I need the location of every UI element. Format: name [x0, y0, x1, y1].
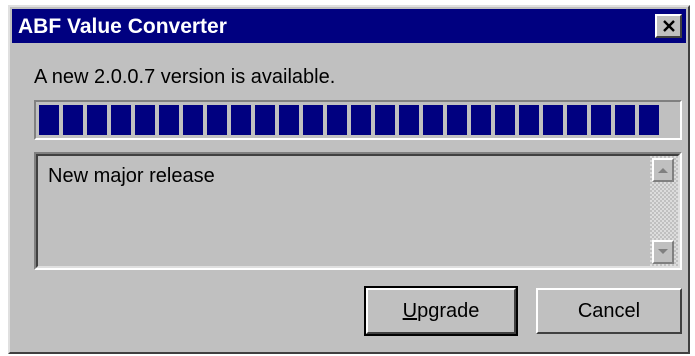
progress-segment	[39, 105, 59, 135]
progress-segment	[327, 105, 347, 135]
progress-segment	[543, 105, 563, 135]
upgrade-label-rest: pgrade	[417, 299, 480, 322]
close-button[interactable]	[655, 14, 682, 38]
vertical-scrollbar[interactable]	[650, 156, 678, 266]
version-message: A new 2.0.0.7 version is available.	[34, 66, 336, 88]
progress-segment	[615, 105, 635, 135]
progress-segment	[447, 105, 467, 135]
progress-segment	[471, 105, 491, 135]
progress-segment	[279, 105, 299, 135]
progress-segment	[159, 105, 179, 135]
progress-segment	[183, 105, 203, 135]
upgrade-dialog: ABF Value Converter A new 2.0.0.7 versio…	[8, 5, 690, 354]
scroll-down-button[interactable]	[652, 240, 674, 264]
window-title: ABF Value Converter	[18, 15, 227, 38]
scroll-up-button[interactable]	[652, 158, 674, 182]
release-notes-text: New major release	[48, 165, 215, 187]
progress-bar	[34, 100, 682, 140]
arrow-up-icon	[658, 168, 668, 173]
progress-segment	[351, 105, 371, 135]
progress-segment	[111, 105, 131, 135]
progress-segment	[207, 105, 227, 135]
release-notes-frame: New major release	[36, 154, 680, 268]
upgrade-button-label: Upgrade	[403, 300, 480, 323]
progress-segment	[63, 105, 83, 135]
progress-segment	[423, 105, 443, 135]
progress-segment	[303, 105, 323, 135]
progress-segment	[87, 105, 107, 135]
cancel-button[interactable]: Cancel	[536, 288, 682, 334]
release-notes-box[interactable]: New major release	[34, 152, 682, 270]
progress-segment	[639, 105, 659, 135]
progress-segment	[399, 105, 419, 135]
close-icon	[662, 20, 675, 32]
title-bar[interactable]: ABF Value Converter	[12, 9, 686, 43]
progress-segment	[591, 105, 611, 135]
cancel-button-label: Cancel	[577, 299, 641, 322]
progress-segment	[567, 105, 587, 135]
arrow-down-icon	[658, 249, 668, 254]
upgrade-button[interactable]: Upgrade	[364, 286, 518, 336]
progress-fill	[39, 105, 677, 135]
progress-segment	[519, 105, 539, 135]
progress-segment	[255, 105, 275, 135]
progress-segment	[135, 105, 155, 135]
progress-segment	[375, 105, 395, 135]
progress-segment	[231, 105, 251, 135]
upgrade-mnemonic: U	[402, 299, 418, 322]
progress-segment	[495, 105, 515, 135]
